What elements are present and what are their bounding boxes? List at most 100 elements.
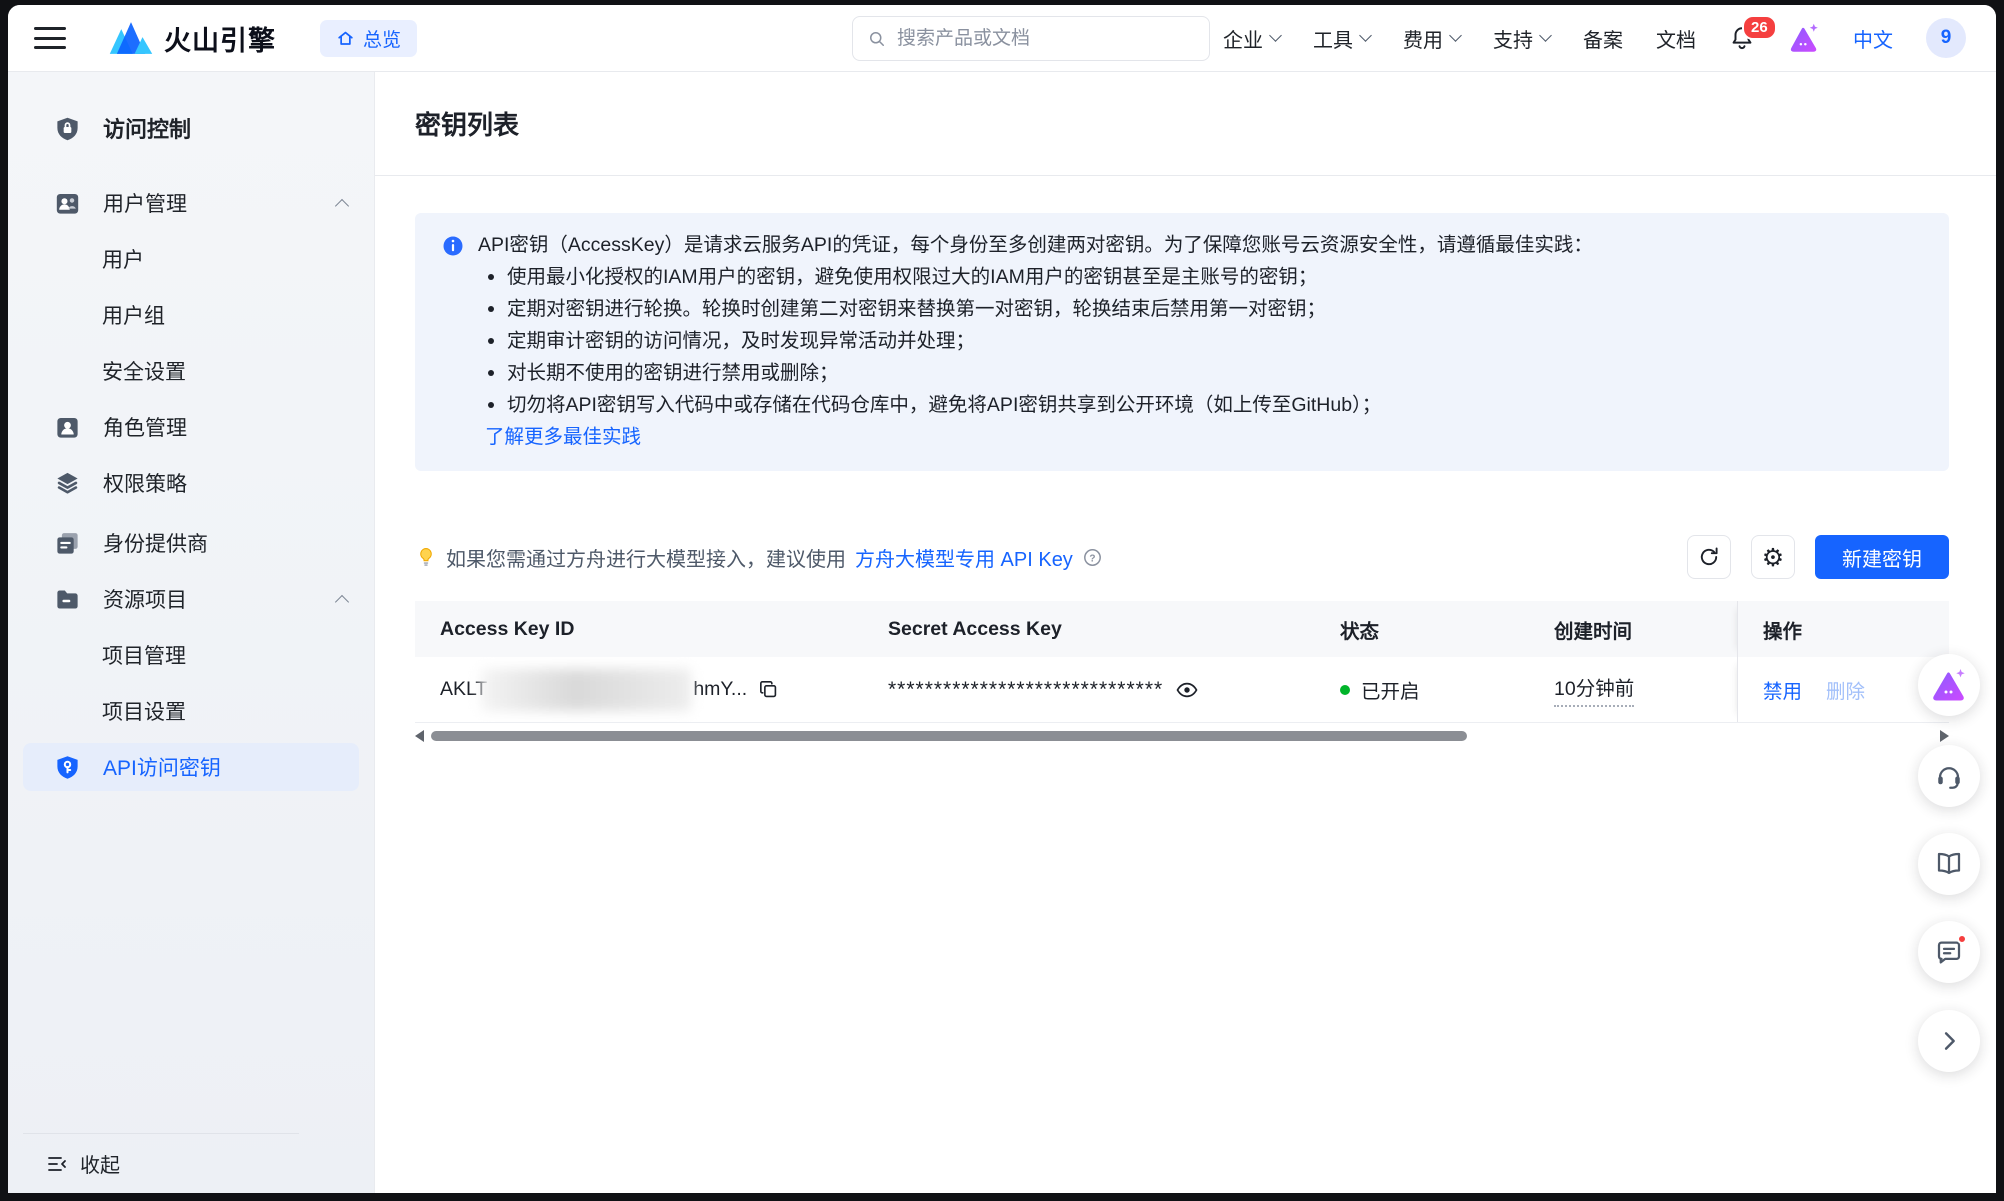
banner-bullet: 使用最小化授权的IAM用户的密钥，避免使用权限过大的IAM用户的密钥甚至是主账号… [485, 261, 1923, 293]
volcengine-logo[interactable]: 火山引擎 [108, 19, 276, 58]
sidebar-group-resource-projects[interactable]: 资源项目 [23, 575, 359, 623]
sidebar-item-label: 项目设置 [102, 696, 186, 726]
lightbulb-icon [415, 545, 437, 569]
sidebar-item-users[interactable]: 用户 [23, 235, 359, 283]
refresh-button[interactable] [1687, 535, 1731, 579]
sidebar-item-api-access-keys[interactable]: API访问密钥 [23, 743, 359, 791]
ai-assistant-fab[interactable] [1918, 654, 1980, 716]
headset-icon [1934, 761, 1964, 791]
sidebar-item-label: 身份提供商 [103, 528, 208, 558]
page-content: API密钥（AccessKey）是请求云服务API的凭证，每个身份至多创建两对密… [375, 176, 1996, 744]
notification-badge: 26 [1742, 15, 1777, 40]
settings-button[interactable]: ⚙ [1751, 535, 1795, 579]
scroll-left-arrow-icon[interactable] [415, 730, 424, 742]
status-cell: 已开启 [1315, 657, 1529, 722]
global-search[interactable] [852, 16, 1210, 61]
secret-masked: ****************************** [888, 678, 1163, 702]
sidebar-item-identity-providers[interactable]: 身份提供商 [23, 519, 359, 567]
chevron-up-icon [335, 199, 349, 213]
collapse-label: 收起 [80, 1149, 120, 1178]
col-header-created: 创建时间 [1529, 601, 1737, 657]
sidebar-group-user-management[interactable]: 用户管理 [23, 179, 359, 227]
nav-menu-billing[interactable]: 费用 [1403, 24, 1460, 53]
actions-cell: 禁用 删除 [1737, 657, 1949, 722]
logo-text: 火山引擎 [164, 19, 276, 58]
search-icon [867, 29, 887, 49]
overview-button[interactable]: 总览 [320, 20, 417, 57]
toolbar-row: 如果您需通过方舟进行大模型接入，建议使用 方舟大模型专用 API Key ? [415, 535, 1949, 579]
copy-icon[interactable] [757, 678, 780, 701]
eye-icon[interactable] [1175, 678, 1199, 702]
collapse-icon [46, 1153, 68, 1175]
sidebar-item-user-groups[interactable]: 用户组 [23, 291, 359, 339]
notifications-button[interactable]: 26 [1729, 25, 1755, 51]
access-key-id-cell: AKLT hmY... [415, 657, 863, 722]
sidebar-item-role-management[interactable]: 角色管理 [23, 403, 359, 451]
akid-suffix: hmY... [693, 678, 747, 701]
chevron-down-icon [1269, 29, 1282, 42]
sidebar-item-label: 用户 [102, 244, 144, 274]
nav-menu-enterprise[interactable]: 企业 [1223, 24, 1280, 53]
documentation-fab[interactable] [1918, 833, 1980, 895]
create-key-button[interactable]: 新建密钥 [1815, 535, 1949, 579]
identity-provider-icon [54, 530, 81, 557]
col-header-access-key-id: Access Key ID [415, 601, 863, 657]
folder-icon [54, 586, 81, 613]
ark-tip: 如果您需通过方舟进行大模型接入，建议使用 方舟大模型专用 API Key ? [415, 543, 1103, 572]
sidebar-item-label: 资源项目 [103, 584, 187, 614]
sidebar-item-label: API访问密钥 [103, 752, 221, 782]
banner-bullet: 对长期不使用的密钥进行禁用或删除； [485, 357, 1923, 389]
created-text: 10分钟前 [1554, 672, 1634, 707]
banner-bullet-list: 使用最小化授权的IAM用户的密钥，避免使用权限过大的IAM用户的密钥甚至是主账号… [441, 261, 1923, 421]
status-active-dot [1340, 685, 1350, 695]
top-navbar: 火山引擎 总览 企业 工具 费用 支持 备案 文档 [8, 5, 1996, 72]
customer-support-fab[interactable] [1918, 745, 1980, 807]
page-header: 密钥列表 [375, 72, 1996, 176]
sidebar-item-project-settings[interactable]: 项目设置 [23, 687, 359, 735]
table-actions: ⚙ 新建密钥 [1687, 535, 1949, 579]
col-header-actions: 操作 [1737, 601, 1949, 657]
search-input[interactable] [897, 28, 1177, 50]
chevron-down-icon [1539, 29, 1552, 42]
learn-more-link[interactable]: 了解更多最佳实践 [485, 421, 641, 453]
sidebar-collapse-button[interactable]: 收起 [23, 1133, 299, 1193]
sidebar: 访问控制 用户管理 用户 用户组 安全设置 [8, 72, 375, 1193]
layers-icon [54, 470, 81, 497]
sidebar-title-label: 访问控制 [103, 112, 191, 144]
secret-access-key-cell: ****************************** [863, 657, 1315, 722]
help-icon[interactable]: ? [1082, 547, 1103, 568]
banner-intro: API密钥（AccessKey）是请求云服务API的凭证，每个身份至多创建两对密… [478, 229, 1593, 261]
tip-text: 如果您需通过方舟进行大模型接入，建议使用 [446, 543, 846, 572]
table-row: AKLT hmY... ****************************… [415, 657, 1949, 723]
sidebar-item-project-management[interactable]: 项目管理 [23, 631, 359, 679]
hamburger-menu-icon[interactable] [34, 27, 66, 49]
svg-text:?: ? [1089, 553, 1095, 564]
delete-key-link[interactable]: 删除 [1826, 675, 1865, 704]
browser-window: 火山引擎 总览 企业 工具 费用 支持 备案 文档 [8, 5, 1996, 1193]
language-switcher[interactable]: 中文 [1853, 24, 1893, 53]
chevron-down-icon [1359, 29, 1372, 42]
nav-menu-icp[interactable]: 备案 [1583, 24, 1623, 53]
avatar[interactable]: 9 [1926, 18, 1966, 58]
feedback-fab[interactable] [1918, 921, 1980, 983]
refresh-icon [1697, 545, 1721, 569]
nav-menu-tools[interactable]: 工具 [1313, 24, 1370, 53]
banner-bullet: 切勿将API密钥写入代码中或存储在代码仓库中，避免将API密钥共享到公开环境（如… [485, 389, 1923, 421]
open-book-icon [1934, 849, 1964, 879]
top-nav-menus: 企业 工具 费用 支持 备案 文档 26 [1223, 18, 1966, 58]
sidebar-item-permission-policies[interactable]: 权限策略 [23, 459, 359, 507]
nav-menu-support[interactable]: 支持 [1493, 24, 1550, 53]
scrollbar-thumb[interactable] [431, 731, 1467, 741]
scroll-right-arrow-icon[interactable] [1940, 730, 1949, 742]
gear-icon: ⚙ [1762, 545, 1784, 570]
sidebar-item-label: 用户组 [102, 300, 165, 330]
sidebar-item-security-settings[interactable]: 安全设置 [23, 347, 359, 395]
disable-key-link[interactable]: 禁用 [1763, 675, 1802, 704]
expand-panel-fab[interactable] [1918, 1010, 1980, 1072]
chevron-up-icon [335, 595, 349, 609]
ai-assistant-nav-button[interactable] [1788, 22, 1820, 54]
created-cell: 10分钟前 [1529, 657, 1737, 722]
nav-menu-docs[interactable]: 文档 [1656, 24, 1696, 53]
sidebar-item-label: 权限策略 [103, 468, 187, 498]
ark-api-key-link[interactable]: 方舟大模型专用 API Key [855, 543, 1073, 572]
